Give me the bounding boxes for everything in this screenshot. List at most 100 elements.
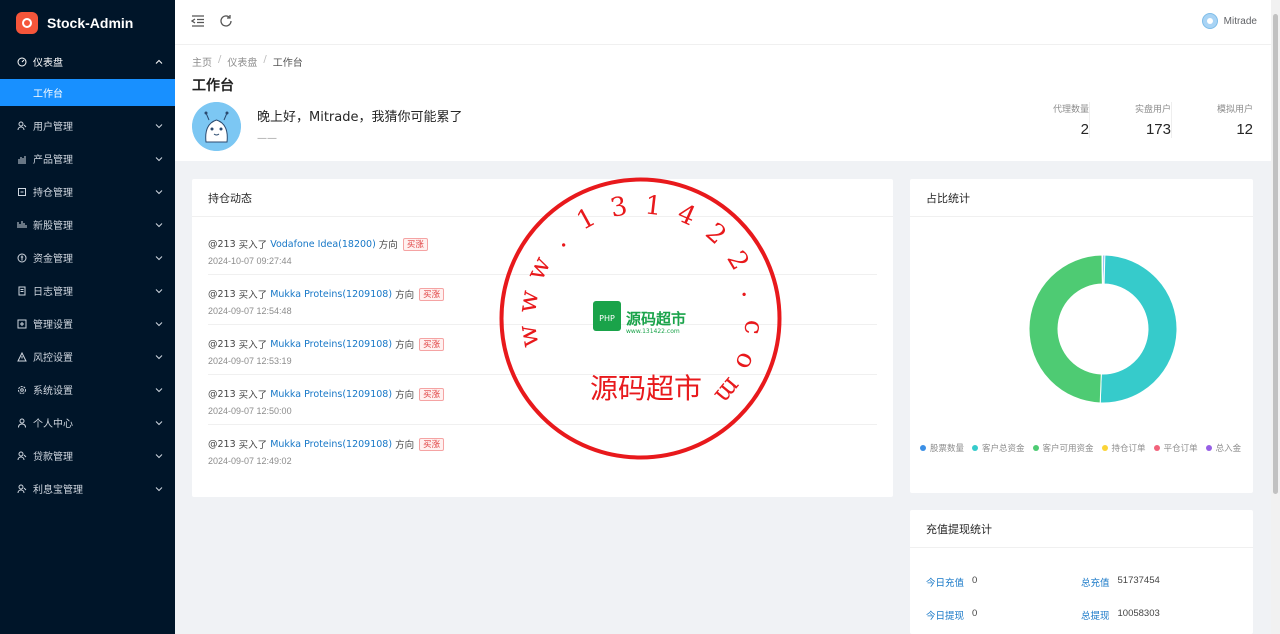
stat-label: 模拟用户	[1216, 105, 1253, 115]
total-recharge-label[interactable]: 总充值	[1081, 575, 1110, 589]
feed-stock-link[interactable]: Mukka Proteins(1209108)	[270, 439, 392, 450]
today-recharge-value: 0	[972, 575, 978, 586]
sidebar-item-12[interactable]: 利息宝管理	[0, 472, 175, 505]
today-recharge-label[interactable]: 今日充值	[926, 575, 964, 589]
sidebar-subitem-workbench[interactable]: 工作台	[0, 79, 175, 106]
feed-stock-link[interactable]: Mukka Proteins(1209108)	[270, 389, 392, 400]
feed-time: 2024-09-07 12:49:02	[208, 456, 292, 466]
sidebar-item-4[interactable]: 新股管理	[0, 208, 175, 241]
breadcrumb-home[interactable]: 主页	[192, 54, 212, 69]
chevron-down-icon	[155, 485, 163, 493]
donut-slice[interactable]	[1028, 254, 1103, 404]
feed-stock-link[interactable]: Vodafone Idea(18200)	[270, 239, 376, 250]
list-item: @213 买入了 Mukka Proteins(1209108) 方向 买涨 2024-…	[208, 275, 877, 325]
user-avatar-large	[192, 102, 241, 151]
chevron-down-icon	[155, 188, 163, 196]
legend-item[interactable]: 平仓订单	[1153, 442, 1198, 454]
settings-icon	[17, 385, 27, 395]
positions-card-title: 持仓动态	[192, 179, 893, 217]
menu-fold-icon[interactable]	[190, 14, 205, 28]
chevron-down-icon	[155, 254, 163, 262]
admin-icon	[17, 319, 27, 329]
chevron-down-icon	[155, 221, 163, 229]
feed-user: @213	[208, 338, 236, 350]
ipo-icon	[17, 220, 27, 230]
legend-dot	[972, 445, 979, 451]
stat-agents: 代理数量 2	[1007, 102, 1089, 138]
sidebar-item-label: 日志管理	[33, 287, 73, 298]
sidebar-item-9[interactable]: 系统设置	[0, 373, 175, 406]
stat-real-users: 实盘用户 173	[1089, 102, 1171, 138]
chart-icon	[17, 154, 27, 164]
legend-item[interactable]: 客户总资金	[972, 442, 1025, 454]
total-withdraw-label[interactable]: 总提现	[1081, 608, 1110, 622]
sidebar-item-11[interactable]: 贷款管理	[0, 439, 175, 472]
legend-dot	[1032, 445, 1039, 451]
breadcrumb-dashboard[interactable]: 仪表盘	[227, 54, 257, 69]
total-recharge: 总充值 51737454	[1081, 575, 1160, 589]
legend-label: 平仓订单	[1163, 444, 1198, 454]
page-scrollbar[interactable]	[1271, 0, 1280, 634]
feed-stock-link[interactable]: Mukka Proteins(1209108)	[270, 289, 392, 300]
avatar	[1201, 13, 1218, 29]
legend-item[interactable]: 客户可用资金	[1032, 442, 1094, 454]
sidebar-item-6[interactable]: 日志管理	[0, 274, 175, 307]
direction-tag: 买涨	[419, 287, 445, 301]
refresh-icon[interactable]	[219, 14, 233, 28]
sidebar-item-8[interactable]: 风控设置	[0, 340, 175, 373]
legend-item[interactable]: 持仓订单	[1101, 442, 1146, 454]
stats-group: 代理数量 2 实盘用户 173 模拟用户 12	[1007, 102, 1253, 138]
today-withdraw-label[interactable]: 今日提现	[926, 608, 964, 622]
legend-dot	[1205, 445, 1212, 451]
donut-chart	[1028, 254, 1178, 404]
feed-action: 买入了	[238, 340, 268, 351]
breadcrumb: 主页 / 仪表盘 / 工作台	[192, 54, 303, 69]
sidebar-item-5[interactable]: 资金管理	[0, 241, 175, 274]
stat-value: 12	[1236, 121, 1253, 138]
page-title: 工作台	[192, 78, 234, 94]
greeting-subtext: ——	[257, 133, 277, 144]
sidebar-item-label: 系统设置	[33, 386, 73, 397]
position-icon	[17, 187, 27, 197]
log-icon	[17, 286, 27, 296]
chevron-down-icon	[155, 419, 163, 427]
sidebar-item-label: 产品管理	[33, 155, 73, 166]
sidebar-item-label: 资金管理	[33, 254, 73, 265]
legend-item[interactable]: 总入金	[1205, 442, 1241, 454]
logo-icon	[16, 11, 38, 34]
sidebar-item-0[interactable]: 仪表盘	[0, 45, 175, 78]
sidebar-item-2[interactable]: 产品管理	[0, 142, 175, 175]
sidebar-item-1[interactable]: 用户管理	[0, 109, 175, 142]
direction-tag: 买涨	[419, 387, 445, 401]
scroll-thumb[interactable]	[1273, 14, 1278, 494]
legend-dot	[1153, 445, 1160, 451]
list-item: @213 买入了 Mukka Proteins(1209108) 方向 买涨 2024-…	[208, 375, 877, 425]
greeting-text: 晚上好，Mitrade，我猜你可能累了	[257, 110, 463, 125]
legend-item[interactable]: 股票数量	[920, 442, 964, 454]
feed-direction-label: 方向	[395, 390, 415, 401]
username: Mitrade	[1223, 15, 1257, 27]
direction-tag: 买涨	[419, 337, 445, 351]
sidebar-item-3[interactable]: 持仓管理	[0, 175, 175, 208]
recharge-card: 充值提现统计 今日充值 0 总充值 51737454 今日提现 0 总提现 10…	[910, 510, 1253, 634]
positions-card: 持仓动态 @213 买入了 Vodafone Idea(18200) 方向 买涨 202…	[192, 179, 893, 497]
user-menu[interactable]: Mitrade	[1201, 13, 1257, 29]
logo[interactable]: Stock-Admin	[0, 0, 175, 45]
feed-stock-link[interactable]: Mukka Proteins(1209108)	[270, 339, 392, 350]
total-withdraw: 总提现 10058303	[1081, 608, 1160, 622]
chart-legend: 股票数量 客户总资金 客户可用资金 持仓订单 平仓订单 总入金	[920, 442, 1249, 454]
feed-time: 2024-09-07 12:53:19	[208, 356, 292, 366]
chevron-up-icon	[155, 58, 163, 66]
legend-label: 股票数量	[930, 444, 965, 454]
ratio-card-title: 占比统计	[910, 179, 1253, 217]
sidebar-item-10[interactable]: 个人中心	[0, 406, 175, 439]
sidebar-item-label: 持仓管理	[33, 188, 73, 199]
feed-time: 2024-09-07 12:54:48	[208, 306, 292, 316]
total-withdraw-value: 10058303	[1117, 608, 1160, 619]
chevron-down-icon	[155, 287, 163, 295]
sidebar-item-label: 用户管理	[33, 122, 73, 133]
feed-time: 2024-09-07 12:50:00	[208, 406, 292, 416]
sidebar-item-7[interactable]: 管理设置	[0, 307, 175, 340]
feed-direction-label: 方向	[395, 440, 415, 451]
donut-slice[interactable]	[1099, 254, 1178, 404]
